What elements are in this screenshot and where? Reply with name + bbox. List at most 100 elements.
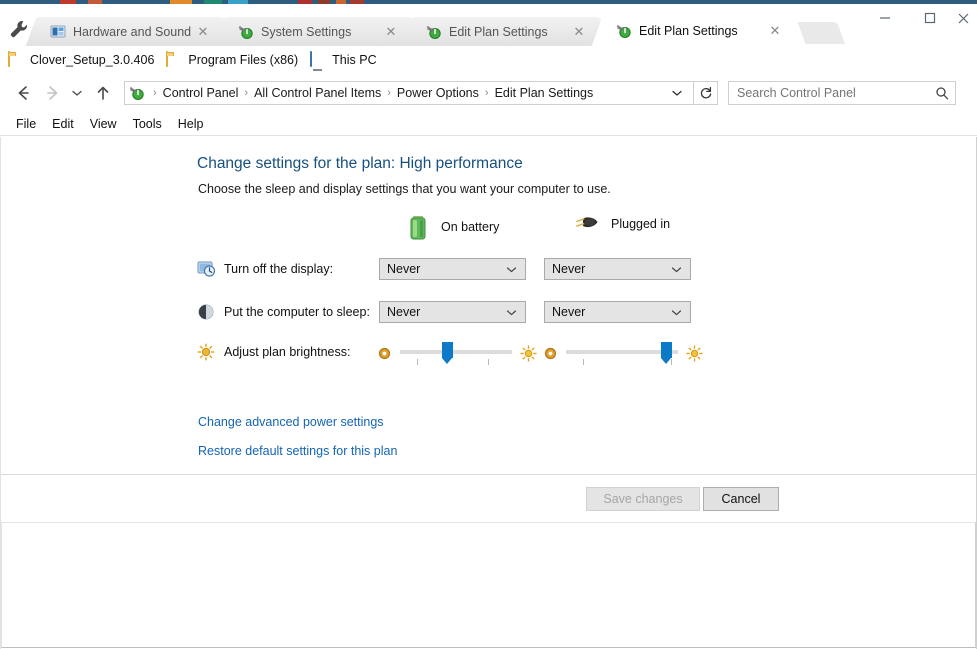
power-options-icon — [129, 85, 145, 101]
recent-locations-chevron-icon[interactable] — [68, 80, 86, 106]
tab-edit-plan-settings-1[interactable]: Edit Plan Settings ✕ — [416, 17, 596, 46]
link-restore-default-settings[interactable]: Restore default settings for this plan — [198, 444, 397, 458]
display-clock-icon — [197, 260, 215, 278]
search-icon[interactable] — [935, 86, 949, 100]
address-dropdown-chevron-icon[interactable] — [671, 87, 687, 99]
search-box[interactable] — [728, 81, 956, 105]
chevron-down-icon — [671, 264, 682, 275]
tab-title: Edit Plan Settings — [639, 23, 738, 38]
tab-title: Hardware and Sound — [73, 24, 192, 39]
breadcrumb-all-control-panel-items[interactable]: All Control Panel Items — [252, 86, 383, 100]
dropdown-sleep-on-battery[interactable]: Never — [379, 301, 526, 323]
tab-close-icon[interactable]: ✕ — [382, 23, 400, 41]
menu-view[interactable]: View — [82, 115, 125, 133]
slider-tick — [417, 359, 418, 365]
favorite-label: Clover_Setup_3.0.406 — [30, 53, 155, 67]
dropdown-value: Never — [387, 305, 421, 319]
maximize-button[interactable] — [907, 4, 952, 32]
favorite-label: Program Files (x86) — [188, 53, 299, 67]
dropdown-sleep-plugged-in[interactable]: Never — [544, 301, 691, 323]
slider-track-container[interactable] — [566, 340, 678, 366]
refresh-button[interactable] — [694, 81, 718, 105]
menu-bar: File Edit View Tools Help — [0, 112, 977, 136]
minimize-button[interactable] — [862, 4, 907, 32]
setting-row-put-computer-to-sleep: Put the computer to sleep: — [197, 297, 370, 327]
brightness-slider-on-battery[interactable] — [377, 340, 537, 366]
column-label: Plugged in — [611, 217, 671, 231]
setting-label: Put the computer to sleep: — [224, 305, 370, 319]
setting-label: Turn off the display: — [224, 262, 334, 276]
column-label: On battery — [441, 220, 500, 234]
dropdown-value: Never — [387, 262, 421, 276]
bright-icon — [520, 344, 537, 362]
up-one-level-button[interactable] — [90, 80, 116, 106]
brightness-icon — [197, 343, 215, 361]
power-options-icon — [238, 24, 254, 40]
power-plug-icon — [571, 213, 601, 235]
dropdown-value: Never — [552, 305, 586, 319]
search-input[interactable] — [735, 85, 935, 101]
address-bar[interactable]: › Control Panel › All Control Panel Item… — [124, 81, 694, 105]
control-panel-icon — [50, 24, 66, 40]
slider-track-container[interactable] — [400, 340, 512, 366]
power-options-icon — [426, 24, 442, 40]
breadcrumb-edit-plan-settings[interactable]: Edit Plan Settings — [493, 86, 596, 100]
tab-close-icon[interactable]: ✕ — [194, 23, 212, 41]
slider-tick — [583, 359, 584, 365]
favorite-program-files[interactable]: Program Files (x86) — [166, 51, 299, 68]
tab-close-icon[interactable]: ✕ — [766, 22, 784, 40]
browser-window: Hardware and Sound ✕ System Settings ✕ E… — [0, 4, 977, 649]
dropdown-value: Never — [552, 262, 586, 276]
menu-edit[interactable]: Edit — [44, 115, 82, 133]
page-subtitle: Choose the sleep and display settings th… — [198, 182, 611, 196]
slider-tick — [671, 359, 672, 365]
close-window-button[interactable] — [950, 4, 977, 32]
bright-icon — [686, 344, 703, 362]
menu-file[interactable]: File — [8, 115, 44, 133]
breadcrumb-separator: › — [153, 87, 157, 99]
breadcrumb-separator: › — [244, 87, 249, 99]
setting-row-adjust-plan-brightness: Adjust plan brightness: — [197, 337, 350, 367]
forward-button[interactable] — [40, 80, 66, 106]
slider-thumb[interactable] — [442, 342, 453, 364]
chevron-down-icon — [506, 264, 517, 275]
brightness-slider-plugged-in[interactable] — [543, 340, 703, 366]
bottom-blank-pane — [1, 522, 976, 648]
dropdown-turn-off-display-on-battery[interactable]: Never — [379, 258, 526, 280]
slider-thumb[interactable] — [661, 342, 672, 364]
wrench-icon[interactable] — [8, 18, 30, 40]
favorites-bar: Clover_Setup_3.0.406 Program Files (x86)… — [0, 46, 977, 74]
save-changes-button[interactable]: Save changes — [586, 487, 700, 511]
breadcrumb-control-panel[interactable]: Control Panel — [161, 86, 241, 100]
dim-icon — [377, 346, 392, 361]
tab-title: System Settings — [261, 24, 352, 39]
dialog-footer: Save changes Cancel — [1, 474, 976, 523]
page-title: Change settings for the plan: High perfo… — [197, 155, 523, 172]
sleep-moon-icon — [197, 303, 215, 321]
setting-row-turn-off-display: Turn off the display: — [197, 254, 333, 284]
column-header-on-battery: On battery — [405, 213, 499, 241]
back-button[interactable] — [10, 80, 36, 106]
folder-icon — [8, 51, 24, 68]
menu-tools[interactable]: Tools — [125, 115, 170, 133]
content-panel: Change settings for the plan: High perfo… — [1, 137, 976, 474]
dropdown-turn-off-display-plugged-in[interactable]: Never — [544, 258, 691, 280]
slider-track[interactable] — [400, 350, 512, 354]
tab-close-icon[interactable]: ✕ — [570, 23, 588, 41]
favorite-label: This PC — [332, 53, 377, 67]
link-change-advanced-power-settings[interactable]: Change advanced power settings — [198, 415, 384, 429]
cancel-button[interactable]: Cancel — [703, 487, 779, 511]
tab-system-settings[interactable]: System Settings ✕ — [228, 17, 408, 46]
tab-edit-plan-settings-2-active[interactable]: Edit Plan Settings ✕ — [606, 15, 792, 46]
chevron-down-icon — [506, 307, 517, 318]
menu-help[interactable]: Help — [170, 115, 212, 133]
favorite-this-pc[interactable]: This PC — [310, 51, 377, 68]
power-options-icon — [616, 23, 632, 39]
tab-title: Edit Plan Settings — [449, 24, 548, 39]
favorite-clover-setup[interactable]: Clover_Setup_3.0.406 — [8, 51, 155, 68]
slider-tick — [488, 359, 489, 365]
tab-hardware-and-sound[interactable]: Hardware and Sound ✕ — [40, 17, 220, 46]
breadcrumb-power-options[interactable]: Power Options — [395, 86, 481, 100]
computer-icon — [310, 51, 326, 68]
column-header-plugged-in: Plugged in — [571, 213, 670, 235]
